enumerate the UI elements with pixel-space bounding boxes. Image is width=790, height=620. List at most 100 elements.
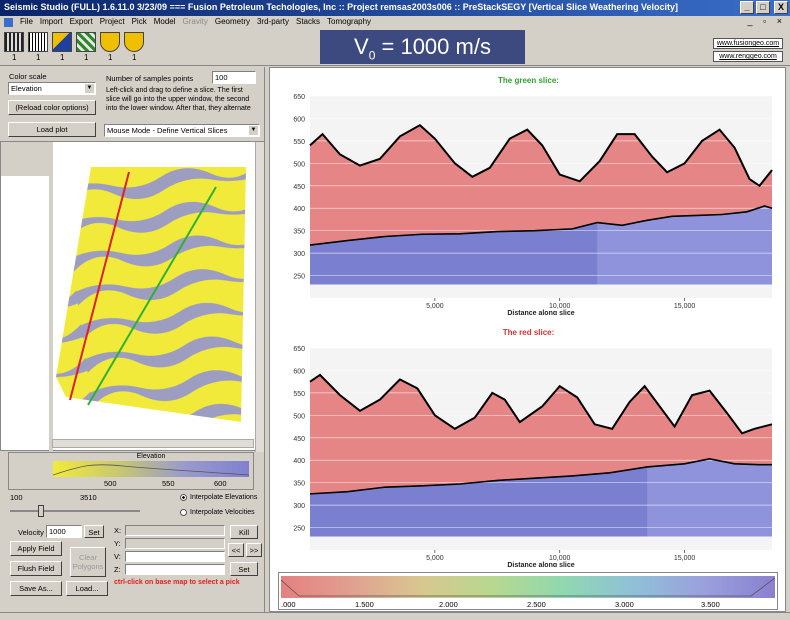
mdi-controls[interactable]: _ ▫ ×	[748, 16, 786, 26]
map-left-scroll-strip	[49, 142, 53, 452]
menu-stacks[interactable]: Stacks	[296, 17, 320, 29]
y-tick-label: 550	[293, 391, 305, 398]
z-label: Z:	[114, 565, 121, 574]
menu-tomography[interactable]: Tomography	[327, 17, 371, 29]
velocity-tick: .000	[281, 600, 296, 609]
link-renggeo[interactable]: www.renggeo.com	[713, 51, 783, 62]
velocity-slider[interactable]	[10, 505, 140, 517]
left-control-panel: Color scale Elevation ▼ Number of sample…	[0, 67, 265, 612]
map-grid-icon[interactable]	[76, 32, 96, 52]
prev-pick-button[interactable]: <<	[228, 543, 244, 557]
status-bar	[0, 612, 790, 620]
window-title-bar: Seismic Studio (FULL) 1.6.11.0 3/23/09 =…	[0, 0, 790, 16]
slice-charts-panel: The green slice: 250 300 350 400 450 500 550 60…	[269, 67, 786, 612]
seismic-grid-icon[interactable]	[4, 32, 24, 52]
radio-interpolate-velocities[interactable]: Interpolate Velocities	[180, 509, 255, 516]
toolbar-count: 1	[36, 53, 41, 62]
velocity-label: Velocity	[18, 528, 44, 537]
sub-weathering-layer-right	[647, 458, 772, 537]
radio-vel-label: Interpolate Velocities	[190, 509, 255, 516]
apply-field-button[interactable]: Apply Field	[10, 541, 62, 556]
v0-symbol: V	[354, 34, 369, 59]
load-plot-button[interactable]: Load plot	[8, 122, 96, 137]
y-tick-label: 400	[293, 206, 305, 213]
velocity-set-button[interactable]: Set	[84, 525, 104, 538]
reload-color-options-button[interactable]: (Reload color options)	[8, 100, 96, 115]
chevron-down-icon[interactable]: ▼	[249, 126, 258, 135]
menu-3rd-party[interactable]: 3rd-party	[257, 17, 289, 29]
y-tick-label: 600	[293, 116, 305, 123]
menu-gravity[interactable]: Gravity	[183, 17, 208, 29]
v-field[interactable]	[125, 551, 225, 562]
map-vertical-scrollbar[interactable]	[255, 142, 264, 452]
kill-button[interactable]: Kill	[230, 525, 258, 539]
y-tick-label: 650	[293, 94, 305, 101]
chevron-down-icon[interactable]: ▼	[85, 84, 94, 93]
elevation-colorbar-panel: Elevation 500 550 600	[8, 452, 254, 490]
y-tick-label: 300	[293, 503, 305, 510]
close-button[interactable]: X	[774, 1, 788, 14]
app-icon	[4, 18, 13, 27]
y-tick-label: 250	[293, 274, 305, 281]
y-tick-label: 350	[293, 229, 305, 236]
pick-set-button[interactable]: Set	[230, 562, 258, 576]
menu-geometry[interactable]: Geometry	[215, 17, 250, 29]
v-label: V:	[114, 552, 121, 561]
red-slice-plot[interactable]: 250 300 350 400 450 500 550 600 650 5,000 10,000 15…	[272, 322, 785, 567]
y-field[interactable]	[125, 538, 225, 549]
y-tick-label: 300	[293, 251, 305, 258]
menu-bar: File Import Export Project Pick Model Gr…	[0, 16, 790, 30]
maximize-button[interactable]: □	[756, 1, 770, 14]
mouse-mode-select[interactable]: Mouse Mode - Define Vertical Slices ▼	[104, 124, 260, 137]
radio-unselected-icon[interactable]	[180, 509, 187, 516]
clear-polygons-line-2: Polygons	[72, 562, 104, 571]
y-label: Y:	[114, 539, 121, 548]
toolbar-count: 1	[60, 53, 65, 62]
colorbar-tick: 550	[162, 479, 175, 488]
velocity-histogram	[281, 577, 775, 597]
menu-project[interactable]: Project	[100, 17, 125, 29]
x-tick-label: 10,000	[549, 555, 571, 562]
menu-export[interactable]: Export	[70, 17, 93, 29]
base-map[interactable]	[56, 147, 256, 437]
z-field[interactable]	[125, 564, 225, 575]
velocity-input[interactable]: 1000	[46, 525, 82, 538]
minimize-button[interactable]: _	[740, 1, 754, 14]
y-tick-label: 600	[293, 368, 305, 375]
color-scale-select[interactable]: Elevation ▼	[8, 82, 96, 95]
menu-model[interactable]: Model	[154, 17, 176, 29]
cube-icon[interactable]	[52, 32, 72, 52]
y-tick-label: 550	[293, 139, 305, 146]
mouse-mode-value: Mouse Mode - Define Vertical Slices	[107, 126, 228, 135]
velocity-tick: 1.500	[355, 600, 374, 609]
wiggle-trace-icon[interactable]	[28, 32, 48, 52]
save-as-button[interactable]: Save As...	[10, 581, 62, 596]
red-slice-chart: The red slice: 250 300 350 400 450 500 550 600 6…	[272, 322, 785, 572]
toolbar-count: 1	[108, 53, 113, 62]
survey-area	[56, 167, 246, 422]
velocity-overlay-label: V0 = 1000 m/s	[320, 30, 525, 64]
y-tick-label: 500	[293, 413, 305, 420]
radio-selected-icon[interactable]	[180, 494, 187, 501]
menu-import[interactable]: Import	[40, 17, 63, 29]
base-map-panel[interactable]	[0, 141, 265, 452]
load-button[interactable]: Load...	[66, 581, 108, 596]
next-pick-button[interactable]: >>	[246, 543, 262, 557]
link-fusiongeo[interactable]: www.fusiongeo.com	[713, 38, 783, 49]
x-field[interactable]	[125, 525, 225, 536]
velocity-colorbar-panel: .000 1.500 2.000 2.500 3.000 3.500	[278, 572, 778, 610]
slider-thumb[interactable]	[38, 505, 44, 517]
menu-pick[interactable]: Pick	[132, 17, 147, 29]
elevation-histogram	[53, 464, 249, 476]
clear-polygons-button[interactable]: Clear Polygons	[70, 547, 106, 577]
range-min-label: 100	[10, 493, 23, 502]
flush-field-button[interactable]: Flush Field	[10, 561, 62, 576]
y-tick-label: 450	[293, 436, 305, 443]
green-slice-plot[interactable]: 250 300 350 400 450 500 550 600 650 5,000 10,000 15…	[272, 70, 785, 315]
menu-file[interactable]: File	[20, 17, 33, 29]
shield-pick-icon[interactable]	[100, 32, 120, 52]
samples-input[interactable]: 100	[212, 71, 256, 84]
shield-model-icon[interactable]	[124, 32, 144, 52]
radio-interpolate-elevations[interactable]: Interpolate Elevations	[180, 494, 257, 501]
map-horizontal-scrollbar[interactable]	[52, 439, 254, 448]
